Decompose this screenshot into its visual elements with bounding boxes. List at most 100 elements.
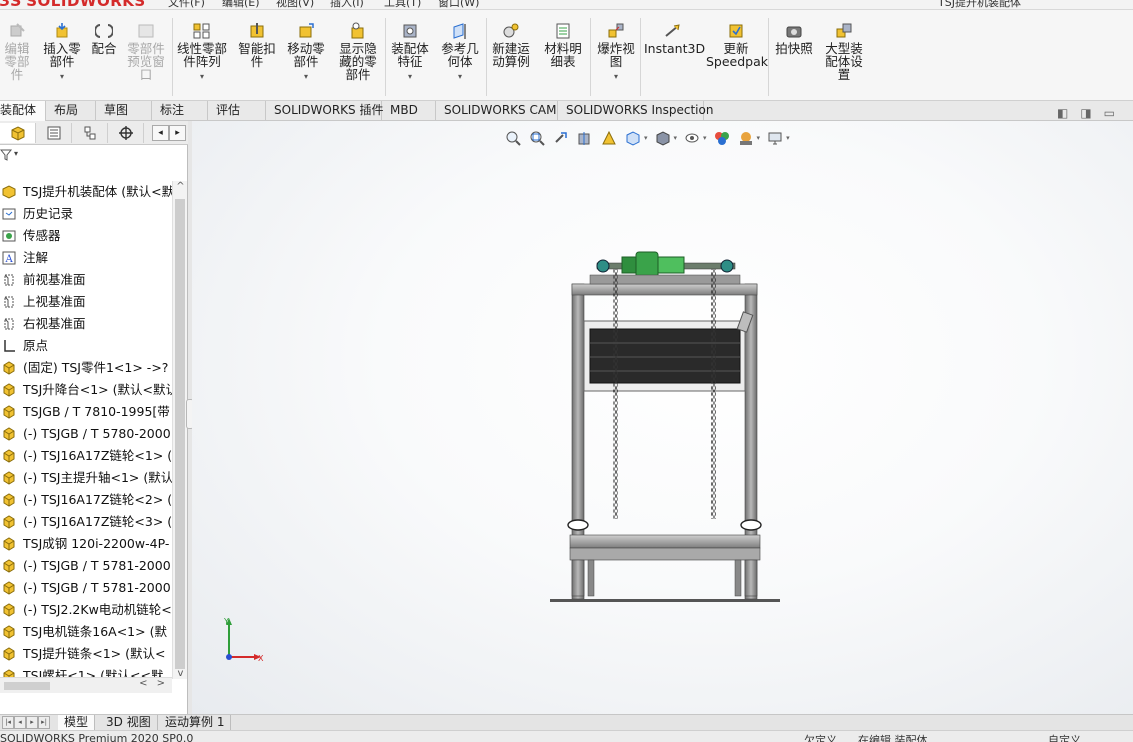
- menu-view[interactable]: 视图(V): [276, 0, 314, 9]
- linear-pattern-button[interactable]: 线性零部件阵列 ▾: [174, 22, 230, 83]
- scroll-down-icon[interactable]: v: [173, 668, 188, 679]
- triad-y-label: Y: [223, 617, 229, 626]
- viewport-window-controls[interactable]: ◧◨▭: [1057, 106, 1127, 120]
- assembly-model-view[interactable]: [192, 121, 1133, 714]
- menu-edit[interactable]: 编辑(E): [222, 0, 260, 9]
- tree-item[interactable]: 传感器: [0, 225, 172, 247]
- tree-item[interactable]: 原点: [0, 335, 172, 357]
- tree-item-label: 上视基准面: [23, 294, 86, 309]
- tab-motion-study-1[interactable]: 运动算例 1: [159, 715, 232, 730]
- tree-filter[interactable]: ▾: [0, 149, 188, 167]
- ribbon-label: 线性零部件阵列: [176, 41, 227, 69]
- mate-button[interactable]: 配合: [88, 22, 120, 55]
- ribbon-label: 插入零部件: [43, 41, 81, 69]
- tree-item-label: TSJ电机链条16A<1> (默: [23, 624, 167, 639]
- menu-window[interactable]: 窗口(W): [438, 0, 479, 9]
- scroll-thumb[interactable]: [4, 682, 50, 690]
- next-tab-icon[interactable]: ▸: [26, 716, 38, 729]
- menu-insert[interactable]: 插入(I): [330, 0, 364, 9]
- scroll-up-icon[interactable]: ^: [173, 181, 188, 192]
- large-assembly-settings-button[interactable]: 大型装配体设置: [820, 22, 868, 81]
- tree-item-label: TSJ提升链条<1> (默认<: [23, 646, 166, 661]
- tab-solidworks-inspection[interactable]: SOLIDWORKS Inspection: [558, 101, 713, 121]
- prev-tab-icon[interactable]: ◂: [14, 716, 26, 729]
- tree-item[interactable]: A 注解: [0, 247, 172, 269]
- edit-component-button[interactable]: 编辑零部件: [0, 22, 34, 81]
- tree-item[interactable]: TSJ电机链条16A<1> (默: [0, 621, 172, 643]
- tab-model[interactable]: 模型: [58, 715, 96, 730]
- tree-item[interactable]: (-) TSJGB / T 5780-2000: [0, 423, 172, 445]
- status-units[interactable]: 自定义: [1048, 732, 1081, 742]
- component-preview-button[interactable]: 零部件预览窗口: [124, 22, 168, 81]
- tree-item[interactable]: (固定) TSJ零件1<1> ->?: [0, 357, 172, 379]
- sensor-icon: [0, 228, 18, 244]
- tree-item[interactable]: (-) TSJGB / T 5781-2000: [0, 577, 172, 599]
- scroll-arrows-icon[interactable]: < >: [139, 678, 168, 689]
- origin-icon: [0, 338, 18, 354]
- panel-tab-scroll[interactable]: ◂ ▸: [152, 125, 186, 141]
- tree-item[interactable]: TSJ提升链条<1> (默认<: [0, 643, 172, 665]
- tree-item[interactable]: (-) TSJ16A17Z链轮<1> (: [0, 445, 172, 467]
- configuration-manager-icon: [84, 126, 95, 140]
- tree-item[interactable]: TSJ成钢 120i-2200w-4P-: [0, 533, 172, 555]
- plane-icon: [0, 294, 18, 310]
- tab-solidworks-cam[interactable]: SOLIDWORKS CAM: [436, 101, 558, 121]
- chevron-left-icon[interactable]: ◂: [152, 125, 169, 141]
- exploded-view-button[interactable]: 爆炸视图 ▾: [594, 22, 638, 83]
- tree-item[interactable]: (-) TSJ主提升轴<1> (默认: [0, 467, 172, 489]
- tree-vertical-scrollbar[interactable]: ^ v: [172, 181, 187, 679]
- tab-3d-views[interactable]: 3D 视图: [100, 715, 158, 730]
- take-snapshot-button[interactable]: 拍快照: [772, 22, 816, 55]
- part-icon: [0, 646, 18, 662]
- tab-layout[interactable]: 布局: [46, 101, 96, 121]
- tree-item[interactable]: TSJ升降台<1> (默认<默认: [0, 379, 172, 401]
- tree-item[interactable]: (-) TSJ16A17Z链轮<2> (: [0, 489, 172, 511]
- part-icon: [0, 602, 18, 618]
- part-icon: [0, 558, 18, 574]
- tree-item[interactable]: 上视基准面: [0, 291, 172, 313]
- tab-feature-manager[interactable]: [0, 123, 36, 143]
- tab-dimxpert-manager[interactable]: [108, 123, 144, 143]
- tab-evaluate[interactable]: 评估: [208, 101, 266, 121]
- tab-mbd[interactable]: MBD: [382, 101, 436, 121]
- property-manager-icon: [47, 126, 60, 140]
- bill-of-materials-button[interactable]: 材料明细表: [540, 22, 586, 68]
- tab-property-manager[interactable]: [36, 123, 72, 143]
- motion-study-icon: [503, 23, 519, 38]
- chevron-right-icon[interactable]: ▸: [169, 125, 186, 141]
- tree-item[interactable]: TSJGB / T 7810-1995[带: [0, 401, 172, 423]
- part-icon: [0, 536, 18, 552]
- menu-file[interactable]: 文件(F): [168, 0, 205, 9]
- tree-item-label: 前视基准面: [23, 272, 86, 287]
- tree-horizontal-scrollbar[interactable]: < >: [0, 677, 172, 693]
- tree-item[interactable]: (-) TSJ16A17Z链轮<3> (: [0, 511, 172, 533]
- reference-geometry-button[interactable]: 参考几何体 ▾: [438, 22, 482, 83]
- tree-item[interactable]: 前视基准面: [0, 269, 172, 291]
- tab-configuration-manager[interactable]: [72, 123, 108, 143]
- part-icon: [0, 448, 18, 464]
- tab-solidworks-addins[interactable]: SOLIDWORKS 插件: [266, 101, 383, 121]
- graphics-viewport[interactable]: ▾ ▾ ▾ ▾ ▾ Y X: [192, 121, 1133, 714]
- new-motion-study-button[interactable]: 新建运动算例: [488, 22, 534, 68]
- show-hidden-components-button[interactable]: 显示隐藏的零部件: [334, 22, 382, 81]
- smart-fasteners-button[interactable]: 智能扣件: [236, 22, 278, 68]
- menu-tools[interactable]: 工具(T): [384, 0, 421, 9]
- tab-markup[interactable]: 标注: [152, 101, 208, 121]
- scroll-thumb[interactable]: [175, 199, 185, 669]
- tree-root-assembly[interactable]: TSJ提升机装配体 (默认<默认: [0, 181, 172, 203]
- tree-item[interactable]: (-) TSJGB / T 5781-2000: [0, 555, 172, 577]
- tree-item-label: 注解: [23, 250, 49, 265]
- tree-item-label: (固定) TSJ零件1<1> ->?: [23, 360, 169, 375]
- assembly-feature-button[interactable]: 装配体特征 ▾: [388, 22, 432, 83]
- tree-item[interactable]: 历史记录: [0, 203, 172, 225]
- tab-assembly[interactable]: 装配体: [0, 101, 46, 121]
- tree-item[interactable]: 右视基准面: [0, 313, 172, 335]
- tab-sketch[interactable]: 草图: [96, 101, 152, 121]
- tree-item[interactable]: (-) TSJ2.2Kw电动机链轮<: [0, 599, 172, 621]
- first-tab-icon[interactable]: |◂: [2, 716, 14, 729]
- last-tab-icon[interactable]: ▸|: [38, 716, 50, 729]
- move-component-button[interactable]: 移动零部件 ▾: [284, 22, 328, 83]
- update-speedpak-button[interactable]: 更新Speedpak: [706, 22, 768, 68]
- instant3d-button[interactable]: Instant3D: [644, 22, 705, 55]
- insert-component-button[interactable]: 插入零部件 ▾: [40, 22, 84, 83]
